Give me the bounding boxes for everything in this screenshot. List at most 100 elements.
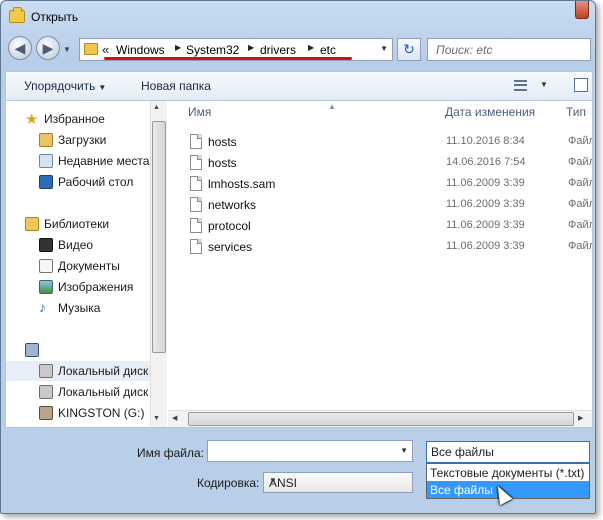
scroll-up-icon[interactable]: ▲ [153,104,160,111]
nav-label: Музыка [58,301,101,315]
nav-recent-places[interactable]: Недавние места [6,151,152,171]
nav-favorites[interactable]: ★ Избранное [6,109,152,129]
file-name: lmhosts.sam [208,177,276,191]
encoding-select[interactable]: ANSI ▼ [263,472,413,493]
recent-pages-dropdown-icon[interactable]: ▼ [63,45,71,54]
file-icon [190,134,202,149]
computer-icon [25,343,39,357]
file-icon [190,197,202,212]
breadcrumb-etc[interactable]: etc [320,43,336,57]
nav-downloads[interactable]: Загрузки [6,130,152,150]
breadcrumb-windows[interactable]: Windows [116,43,165,57]
breadcrumb-separator-icon[interactable]: ▶ [248,43,254,52]
nav-label: Видео [58,238,94,252]
file-type: Файл [568,156,592,168]
scroll-right-icon[interactable]: ▶ [578,414,583,422]
nav-label: Локальный диск [58,364,149,378]
file-date: 11.10.2016 8:34 [446,135,525,147]
file-row[interactable]: lmhosts.sam 11.06.2009 3:39 Файл [188,174,592,194]
breadcrumb-separator-icon[interactable]: ▶ [175,43,181,52]
breadcrumb-separator-icon[interactable]: ▶ [308,43,314,52]
new-folder-button[interactable]: Новая папка [141,79,211,93]
chevron-down-icon[interactable]: ▼ [380,44,388,53]
search-input[interactable]: Поиск: etc [427,38,591,61]
preview-pane-icon[interactable] [574,78,588,92]
desktop-icon [39,175,53,189]
drive-icon [39,385,53,399]
file-name: hosts [208,156,237,170]
chevron-down-icon: ▼ [98,83,107,92]
nav-label: Избранное [44,112,105,126]
refresh-button[interactable]: ↻ [397,38,421,61]
file-type: Файл [568,177,592,189]
search-placeholder: Поиск: etc [436,43,493,57]
back-button[interactable]: ◀ [8,36,32,60]
column-header-type[interactable]: Тип [566,105,586,119]
documents-icon [39,259,53,273]
nav-label: Библиотеки [44,217,110,231]
navigation-bar: ◀ ▶ ▼ « Windows ▶ System32 ▶ drivers ▶ e… [1,35,595,65]
drive-icon [39,364,53,378]
file-row[interactable]: protocol 11.06.2009 3:39 Файл [188,216,592,236]
window-title: Открыть [31,10,79,24]
browser-area: ★ Избранное Загрузки Недавние места Рабо… [5,100,593,428]
file-name: hosts [208,135,237,149]
red-underline-annotation [104,57,352,60]
scrollbar-thumb[interactable] [152,121,166,353]
nav-kingston[interactable]: KINGSTON (G:) [6,403,152,423]
file-icon [190,176,202,191]
file-date: 11.06.2009 3:39 [446,219,525,231]
file-row[interactable]: hosts 11.10.2016 8:34 Файл [188,132,592,152]
organize-button[interactable]: Упорядочить ▼ [24,79,106,93]
file-date: 14.06.2016 7:54 [446,156,526,168]
nav-scrollbar[interactable]: ▲ ▼ [150,101,167,427]
nav-local-disk-1[interactable]: Локальный диск [6,361,152,381]
file-type-option-txt[interactable]: Текстовые документы (*.txt) [427,464,589,481]
nav-computer[interactable] [6,340,152,360]
file-row[interactable]: networks 11.06.2009 3:39 Файл [188,195,592,215]
navigation-pane: ★ Избранное Загрузки Недавние места Рабо… [6,101,168,427]
file-date: 11.06.2009 3:39 [446,240,525,252]
column-header-name[interactable]: Имя ▲ [188,102,336,119]
chevron-down-icon: ▼ [269,476,277,485]
chevron-down-icon[interactable]: ▼ [400,446,408,455]
horizontal-scrollbar[interactable]: ◀ ▶ [168,410,592,427]
file-date: 11.06.2009 3:39 [446,177,525,189]
nav-label: Локальный диск [58,385,149,399]
nav-libraries[interactable]: Библиотеки [6,214,152,234]
nav-local-disk-2[interactable]: Локальный диск [6,382,152,402]
view-options-icon[interactable] [514,80,527,91]
close-button[interactable] [575,1,589,19]
file-row[interactable]: services 11.06.2009 3:39 Файл [188,237,592,257]
file-type: Файл [568,198,592,210]
nav-pictures[interactable]: Изображения [6,277,152,297]
folder-icon [84,43,98,55]
file-row[interactable]: hosts 14.06.2016 7:54 Файл [188,153,592,173]
filename-label: Имя файла: [137,446,204,460]
file-icon [190,218,202,233]
nav-video[interactable]: Видео [6,235,152,255]
nav-music[interactable]: ♪ Музыка [6,298,152,318]
recent-places-icon [39,154,53,168]
star-icon: ★ [25,111,39,128]
breadcrumb-system32[interactable]: System32 [186,43,239,57]
filename-field[interactable]: ▼ [207,440,413,462]
file-type-select[interactable]: Все файлы [426,441,590,463]
nav-label: Загрузки [58,133,107,147]
breadcrumb-overflow[interactable]: « [102,42,109,57]
scrollbar-thumb[interactable] [188,412,574,426]
scroll-left-icon[interactable]: ◀ [172,414,177,422]
pictures-icon [39,280,53,294]
libraries-icon [25,217,39,231]
scroll-down-icon[interactable]: ▼ [153,415,160,422]
column-header-date[interactable]: Дата изменения [445,105,535,119]
nav-documents[interactable]: Документы [6,256,152,276]
nav-label: Рабочий стол [58,175,134,189]
sort-ascending-icon: ▲ [328,102,336,111]
nav-label: Недавние места [58,154,150,168]
forward-button[interactable]: ▶ [36,36,60,60]
downloads-folder-icon [39,133,53,147]
nav-desktop[interactable]: Рабочий стол [6,172,152,192]
breadcrumb-drivers[interactable]: drivers [260,43,296,57]
chevron-down-icon[interactable]: ▼ [540,80,548,89]
